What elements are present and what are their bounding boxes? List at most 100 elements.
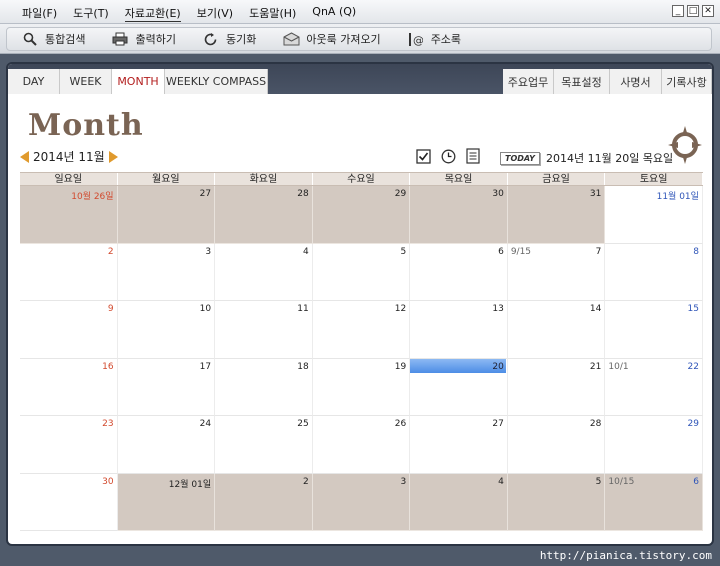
- tab-right-0[interactable]: 주요업무: [503, 69, 554, 94]
- day-cell[interactable]: 21: [507, 358, 606, 416]
- menu-item[interactable]: 자료교환(E): [124, 5, 181, 22]
- day-cell[interactable]: 12: [312, 301, 411, 359]
- day-cell[interactable]: 30: [20, 473, 118, 531]
- day-cell[interactable]: 27: [117, 186, 216, 244]
- toolbar-button-4[interactable]: @ 주소록: [407, 31, 461, 47]
- day-cell[interactable]: 14: [507, 301, 606, 359]
- tab-right-1[interactable]: 목표설정: [554, 69, 610, 94]
- weekday-label: 수요일: [313, 173, 411, 185]
- day-cell[interactable]: 31: [507, 186, 606, 244]
- day-number: 16: [102, 361, 114, 372]
- menu-item[interactable]: 파일(F): [22, 5, 57, 22]
- toolbar-button-2[interactable]: 동기화: [202, 31, 256, 47]
- checkbox-icon[interactable]: [415, 148, 431, 164]
- day-cell[interactable]: 24: [117, 416, 216, 474]
- toolbar-button-3[interactable]: 아웃룩 가져오기: [282, 31, 381, 47]
- toolbar-button-0[interactable]: 통합검색: [21, 31, 85, 47]
- menu-item[interactable]: 도구(T): [73, 5, 109, 22]
- today-button[interactable]: TODAY: [500, 151, 540, 165]
- main-panel: DAY WEEK MONTH WEEKLY COMPASS 주요업무 목표설정 사명서 기록…: [6, 62, 714, 546]
- day-cell[interactable]: 19: [312, 358, 411, 416]
- day-note: 10/15: [608, 476, 635, 487]
- day-cell[interactable]: 11: [215, 301, 313, 359]
- day-cell[interactable]: 10: [117, 301, 216, 359]
- day-cell[interactable]: 8: [605, 243, 703, 301]
- next-month-icon[interactable]: [108, 150, 118, 163]
- day-cell[interactable]: 13: [410, 301, 508, 359]
- day-number: 15: [687, 304, 699, 314]
- day-cell[interactable]: 3: [312, 473, 411, 531]
- day-cell[interactable]: 5: [312, 243, 411, 301]
- week-row: 10월 26일 27 28 29 30 31 11월 01일: [20, 186, 703, 244]
- day-cell[interactable]: 25: [215, 416, 313, 474]
- tab-week[interactable]: WEEK: [60, 69, 112, 94]
- day-cell[interactable]: 29: [605, 416, 703, 474]
- day-number: 5: [400, 246, 407, 257]
- day-number: 21: [589, 361, 602, 372]
- menu-item[interactable]: QnA (Q): [312, 5, 356, 22]
- day-cell[interactable]: 17: [117, 358, 216, 416]
- tab-right-2[interactable]: 사명서: [610, 69, 662, 94]
- toolbar-label: 출력하기: [135, 33, 176, 46]
- tab-right-3[interactable]: 기록사항: [662, 69, 712, 94]
- weekday-label: 금요일: [508, 173, 606, 185]
- memo-icon[interactable]: [465, 148, 481, 164]
- close-icon[interactable]: ✕: [702, 5, 714, 17]
- day-cell[interactable]: 29: [312, 186, 411, 244]
- day-cell[interactable]: 10/15 6: [605, 473, 703, 531]
- weekday-label: 화요일: [215, 173, 313, 185]
- day-cell[interactable]: 20: [410, 358, 508, 416]
- day-cell[interactable]: 3: [117, 243, 216, 301]
- day-cell[interactable]: 28: [507, 416, 606, 474]
- tab-month[interactable]: MONTH: [112, 69, 165, 94]
- day-cell[interactable]: 16: [20, 358, 118, 416]
- day-number: 9: [107, 304, 114, 314]
- day-cell[interactable]: 2: [20, 243, 118, 301]
- menu-item[interactable]: 보기(V): [197, 5, 233, 22]
- prev-month-icon[interactable]: [20, 150, 29, 163]
- day-cell[interactable]: 23: [20, 416, 118, 474]
- day-number: 30: [492, 189, 504, 199]
- weekday-label: 일요일: [20, 173, 118, 185]
- day-cell[interactable]: 2: [215, 473, 313, 531]
- day-cell[interactable]: 9: [20, 301, 118, 359]
- week-row: 30 12월 01일 2 3 4 5 10/15 6: [20, 473, 703, 531]
- day-cell[interactable]: 9/15 7: [507, 243, 606, 301]
- toolbar-button-1[interactable]: 출력하기: [111, 31, 176, 47]
- day-cell[interactable]: 12월 01일: [117, 473, 216, 531]
- day-cell[interactable]: 11월 01일: [605, 186, 703, 244]
- tab-weekly-compass[interactable]: WEEKLY COMPASS: [165, 69, 268, 94]
- maximize-icon[interactable]: □: [687, 5, 699, 17]
- day-cell[interactable]: 4: [410, 473, 508, 531]
- day-cell[interactable]: 4: [215, 243, 313, 301]
- day-number: 4: [498, 476, 504, 487]
- menu-item[interactable]: 도움말(H): [249, 5, 296, 22]
- day-cell[interactable]: 30: [410, 186, 508, 244]
- clock-icon[interactable]: [440, 148, 456, 164]
- toolbar-label: 주소록: [430, 33, 462, 46]
- day-number: 30: [102, 476, 114, 487]
- day-cell[interactable]: 6: [410, 243, 508, 301]
- day-cell[interactable]: 15: [605, 301, 703, 359]
- day-number: 13: [492, 304, 504, 314]
- toolbar-label: 통합검색: [45, 33, 86, 46]
- month-label: 2014년 11월: [33, 150, 105, 164]
- day-cell[interactable]: 10/1 22: [605, 358, 703, 416]
- tab-day[interactable]: DAY: [8, 69, 60, 94]
- day-cell[interactable]: 28: [215, 186, 313, 244]
- day-number: 28: [589, 419, 602, 429]
- day-cell[interactable]: 26: [312, 416, 411, 474]
- printer-icon: [111, 31, 129, 47]
- day-number: 3: [400, 476, 407, 487]
- day-number: 10: [199, 304, 212, 314]
- today-indicator: TODAY 2014년 11월 20일 목요일: [500, 150, 673, 166]
- day-cell[interactable]: 5: [507, 473, 606, 531]
- day-number: 26: [394, 419, 407, 429]
- day-cell[interactable]: 18: [215, 358, 313, 416]
- day-number: 18: [297, 361, 309, 372]
- day-cell[interactable]: 27: [410, 416, 508, 474]
- minimize-icon[interactable]: _: [672, 5, 684, 17]
- day-cell[interactable]: 10월 26일: [20, 186, 118, 244]
- day-number: 23: [102, 419, 114, 429]
- day-number: 4: [302, 246, 309, 257]
